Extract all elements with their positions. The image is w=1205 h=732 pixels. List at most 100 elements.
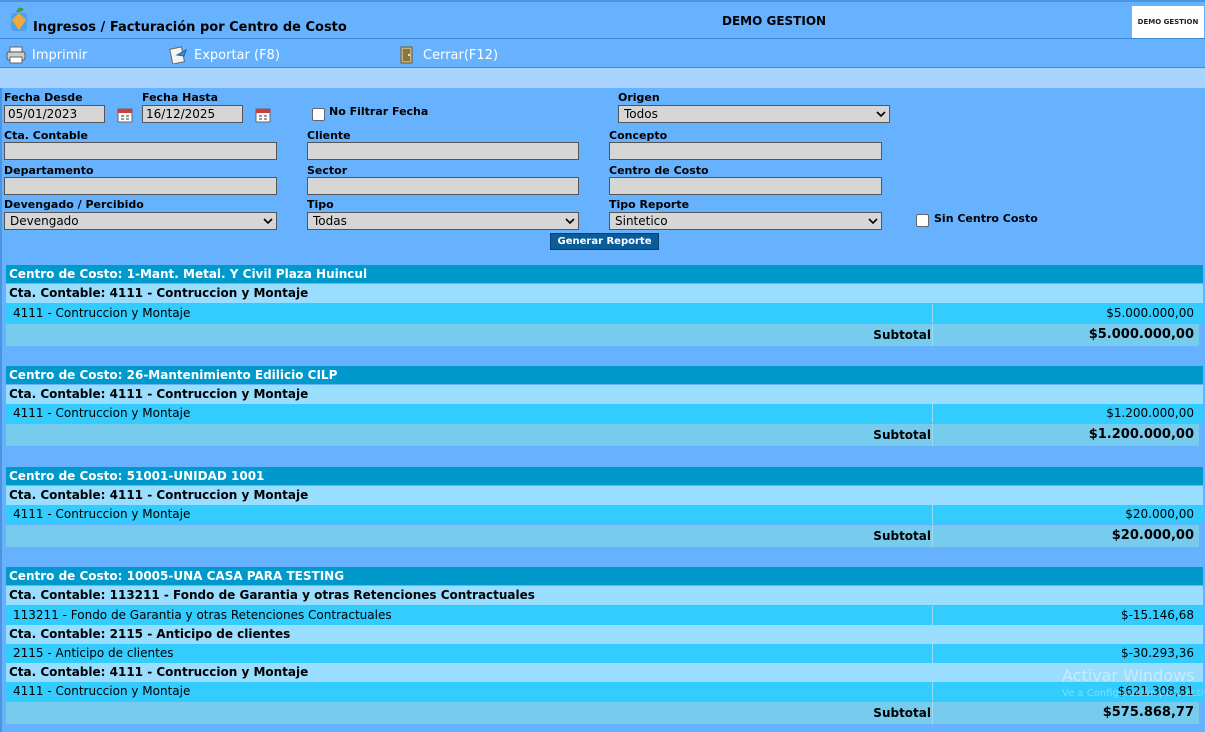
table-row: 2115 - Anticipo de clientes $-30.293,36 [6,644,1203,663]
concepto-input[interactable] [609,142,882,160]
column-divider [932,606,933,625]
subtotal-row: Subtotal $575.868,77 [6,702,1203,724]
sin-centro-costo-checkbox[interactable] [916,214,929,227]
close-label: Cerrar(F12) [423,47,499,63]
tipo-select[interactable]: Todas [307,212,579,230]
chevron-down-icon [263,218,273,225]
windows-activation-watermark: Activar Windows [1062,666,1195,685]
column-divider [932,525,933,547]
tipo-value: Todas [313,214,347,228]
row-edge [1199,525,1203,547]
export-label: Exportar (F8) [194,47,280,63]
sector-label: Sector [307,164,348,177]
line-label: 113211 - Fondo de Garantia y otras Reten… [13,608,392,622]
fecha-hasta-input[interactable]: 16/12/2025 [142,105,243,123]
print-button[interactable]: Imprimir [6,45,87,65]
concepto-label: Concepto [609,129,668,142]
export-icon [169,46,187,64]
devengado-label: Devengado / Percibido [4,198,144,211]
tipo-reporte-value: Sintetico [615,214,668,228]
spacer-bar [0,68,1205,88]
subtotal-amount: $20.000,00 [1111,528,1194,543]
row-edge [1199,424,1203,446]
close-button[interactable]: Cerrar(F12) [397,45,498,65]
calendar-hasta-icon[interactable] [254,105,274,125]
table-row: 4111 - Contruccion y Montaje $5.000.000,… [6,304,1203,323]
chevron-down-icon [565,218,575,225]
account-header: Cta. Contable: 4111 - Contruccion y Mont… [6,663,1203,682]
calendar-desde-icon[interactable] [116,105,136,125]
tipo-reporte-select[interactable]: Sintetico [609,212,882,230]
line-amount: $-30.293,36 [1120,646,1194,660]
fecha-desde-input[interactable]: 05/01/2023 [4,105,105,123]
origen-label: Origen [618,91,660,104]
app-logo-icon [11,7,27,31]
column-divider [932,404,933,423]
subtotal-row: Subtotal $5.000.000,00 [6,324,1203,346]
column-divider [932,424,933,446]
row-edge [1199,702,1203,724]
column-divider [932,505,933,524]
subtotal-row: Subtotal $20.000,00 [6,525,1203,547]
subtotal-amount: $5.000.000,00 [1088,327,1194,342]
cta-contable-input[interactable] [4,142,277,160]
column-divider [932,702,933,724]
printer-icon [6,46,26,64]
windows-activation-subtext: Ve a Configuración para activar Windows. [1062,688,1205,699]
line-amount: $5.000.000,00 [1106,306,1194,320]
centro-costo-input[interactable] [609,177,882,195]
no-filtrar-fecha-checkbox[interactable] [312,108,325,121]
account-header: Cta. Contable: 4111 - Contruccion y Mont… [6,284,1203,303]
column-divider [932,644,933,663]
chevron-down-icon [868,218,878,225]
print-label: Imprimir [32,47,88,63]
line-label: 4111 - Contruccion y Montaje [13,306,191,320]
tipo-label: Tipo [307,198,334,211]
toolbar: Imprimir Exportar (F8) Cerrar(F12) [0,38,1205,68]
table-row: 113211 - Fondo de Garantia y otras Reten… [6,606,1203,625]
line-label: 4111 - Contruccion y Montaje [13,684,191,698]
chevron-down-icon [876,111,886,118]
title-bar: Ingresos / Facturación por Centro de Cos… [0,0,1205,39]
cost-center-header: Centro de Costo: 51001-UNIDAD 1001 [6,467,1203,485]
line-amount: $20.000,00 [1125,507,1194,521]
devengado-value: Devengado [10,214,79,228]
brand-text: DEMO GESTION [1137,18,1199,26]
departamento-input[interactable] [4,177,277,195]
tipo-reporte-label: Tipo Reporte [609,198,690,211]
column-divider [932,324,933,346]
column-divider [932,682,933,701]
row-edge [1199,324,1203,346]
devengado-select[interactable]: Devengado [4,212,277,230]
table-row: 4111 - Contruccion y Montaje $20.000,00 [6,505,1203,524]
table-row: 4111 - Contruccion y Montaje $621.308,81 [6,682,1203,701]
cliente-label: Cliente [307,129,351,142]
subtotal-label: Subtotal [873,706,931,720]
subtotal-amount: $575.868,77 [1102,705,1194,720]
line-amount: $1.200.000,00 [1106,406,1194,420]
subtotal-amount: $1.200.000,00 [1088,427,1194,442]
account-header: Cta. Contable: 2115 - Anticipo de client… [6,625,1203,644]
account-header: Cta. Contable: 4111 - Contruccion y Mont… [6,385,1203,404]
subtotal-label: Subtotal [873,428,931,442]
departamento-label: Departamento [4,164,94,177]
cliente-input[interactable] [307,142,579,160]
sin-centro-costo-label: Sin Centro Costo [934,212,1038,225]
no-filtrar-fecha-label: No Filtrar Fecha [329,105,429,118]
cost-center-header: Centro de Costo: 26-Mantenimiento Edilic… [6,366,1203,384]
subtotal-label: Subtotal [873,529,931,543]
fecha-hasta-label: Fecha Hasta [142,91,218,104]
sector-input[interactable] [307,177,579,195]
page-title: Ingresos / Facturación por Centro de Cos… [33,20,347,35]
line-label: 4111 - Contruccion y Montaje [13,406,191,420]
centro-costo-label: Centro de Costo [609,164,709,177]
origen-value: Todos [624,107,658,121]
account-header: Cta. Contable: 4111 - Contruccion y Mont… [6,486,1203,505]
origen-select[interactable]: Todos [618,105,890,123]
close-door-icon [400,46,413,64]
export-button[interactable]: Exportar (F8) [168,45,280,65]
generate-report-button[interactable]: Generar Reporte [550,233,659,250]
line-label: 4111 - Contruccion y Montaje [13,507,191,521]
line-amount: $-15.146,68 [1120,608,1194,622]
account-header: Cta. Contable: 113211 - Fondo de Garanti… [6,586,1203,605]
